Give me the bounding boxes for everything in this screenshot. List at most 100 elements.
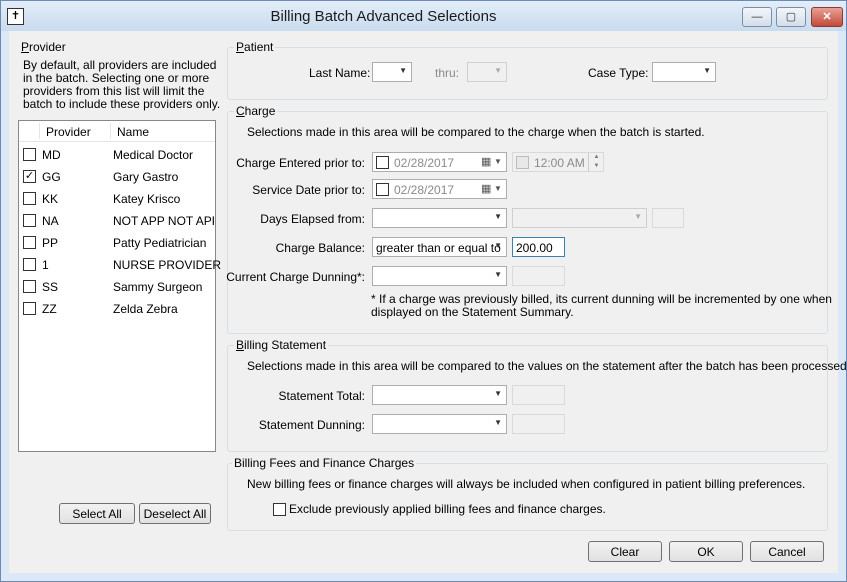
billing-fees-group: Billing Fees and Finance Charges xyxy=(227,456,828,531)
cancel-button[interactable]: Cancel xyxy=(750,541,824,562)
spin-down-icon[interactable]: ▼ xyxy=(589,162,604,171)
clear-button[interactable]: Clear xyxy=(588,541,662,562)
charge-balance-operator-dropdown[interactable]: greater than or equal to ▼ xyxy=(372,237,507,257)
provider-name: NOT APP NOT APPL xyxy=(113,214,214,228)
current-dunning-label: Current Charge Dunning*: xyxy=(226,270,365,284)
statement-dunning-input[interactable] xyxy=(512,414,565,434)
provider-checkbox[interactable] xyxy=(23,280,36,293)
provider-list[interactable]: Provider Name MD Medical Doctor ✓ GG Gar… xyxy=(18,120,221,452)
case-type-label: Case Type: xyxy=(588,66,649,80)
provider-checkbox[interactable] xyxy=(23,236,36,249)
charge-balance-value: 200.00 xyxy=(516,241,553,255)
charge-entered-date-picker[interactable]: 02/28/2017 ▦ ▼ xyxy=(372,152,507,172)
charge-entered-time: 12:00 AM xyxy=(534,156,585,170)
current-dunning-input[interactable] xyxy=(512,266,565,286)
exclude-fees-checkbox[interactable] xyxy=(273,503,286,516)
charge-entered-label: Charge Entered prior to: xyxy=(236,156,365,170)
charge-balance-input[interactable]: 200.00 xyxy=(512,237,565,257)
ok-button[interactable]: OK xyxy=(669,541,743,562)
provider-description-line: batch to include these providers only. xyxy=(23,97,221,111)
provider-code: PP xyxy=(42,236,59,250)
thru-dropdown[interactable]: ▼ xyxy=(467,62,507,82)
provider-code: 1 xyxy=(42,258,49,272)
thru-label: thru: xyxy=(435,66,460,80)
statement-dunning-dropdown[interactable]: ▼ xyxy=(372,414,507,434)
service-date-picker[interactable]: 02/28/2017 ▦ ▼ xyxy=(372,179,507,199)
provider-checkbox[interactable] xyxy=(23,148,36,161)
chevron-down-icon: ▼ xyxy=(494,270,502,279)
provider-row[interactable]: SS Sammy Surgeon xyxy=(19,275,215,297)
provider-row[interactable]: NA NOT APP NOT APPL xyxy=(19,209,215,231)
charge-entered-time-picker[interactable]: 12:00 AM ▲ ▼ xyxy=(512,152,604,172)
charge-entered-time-checkbox[interactable] xyxy=(516,156,529,169)
provider-name: Zelda Zebra xyxy=(113,302,178,316)
statement-total-dropdown[interactable]: ▼ xyxy=(372,385,507,405)
close-button[interactable]: ✕ xyxy=(811,7,843,27)
column-header-provider[interactable]: Provider xyxy=(46,125,91,139)
calendar-icon[interactable]: ▦ xyxy=(481,182,491,195)
charge-balance-operator: greater than or equal to xyxy=(376,241,501,255)
chevron-down-icon[interactable]: ▼ xyxy=(494,157,502,166)
dialog-client: Provider By default, all providers are i… xyxy=(9,31,847,573)
title-bar[interactable]: ✝ Billing Batch Advanced Selections — ▢ … xyxy=(1,1,846,31)
provider-name: Medical Doctor xyxy=(113,148,194,162)
last-name-label: Last Name: xyxy=(309,66,371,80)
last-name-dropdown[interactable]: ▼ xyxy=(372,62,412,82)
provider-checkbox[interactable] xyxy=(23,302,36,315)
charge-entered-checkbox[interactable] xyxy=(376,156,389,169)
dunning-footnote-line: displayed on the Statement Summary. xyxy=(371,305,574,319)
column-header-name[interactable]: Name xyxy=(117,125,149,139)
statement-dunning-label: Statement Dunning: xyxy=(258,418,365,432)
provider-row[interactable]: ZZ Zelda Zebra xyxy=(19,297,215,319)
statement-total-label: Statement Total: xyxy=(278,389,366,403)
service-date-checkbox[interactable] xyxy=(376,183,389,196)
select-all-button[interactable]: Select All xyxy=(59,503,135,524)
provider-checkbox[interactable] xyxy=(23,214,36,227)
chevron-down-icon: ▼ xyxy=(494,389,502,398)
billing-statement-group-label: Billing Statement xyxy=(234,338,329,352)
minimize-button[interactable]: — xyxy=(742,7,772,27)
provider-name: Katey Krisco xyxy=(113,192,181,206)
maximize-button[interactable]: ▢ xyxy=(776,7,806,27)
exclude-fees-label[interactable]: Exclude previously applied billing fees … xyxy=(289,502,606,516)
provider-description: By default, all providers are included i… xyxy=(23,59,220,111)
days-elapsed-dropdown[interactable]: ▼ xyxy=(372,208,507,228)
billing-fees-description: New billing fees or finance charges will… xyxy=(247,477,806,491)
billing-fees-group-label: Billing Fees and Finance Charges xyxy=(232,456,417,470)
chevron-down-icon[interactable]: ▼ xyxy=(494,184,502,193)
deselect-all-button[interactable]: Deselect All xyxy=(139,503,211,524)
provider-list-header: Provider Name xyxy=(19,121,215,142)
calendar-icon[interactable]: ▦ xyxy=(481,155,491,168)
provider-row[interactable]: ✓ GG Gary Gastro xyxy=(19,165,215,187)
chevron-down-icon: ▼ xyxy=(703,66,711,75)
provider-row[interactable]: KK Katey Krisco xyxy=(19,187,215,209)
days-elapsed-operator-dropdown[interactable]: ▼ xyxy=(512,208,647,228)
provider-checkbox[interactable] xyxy=(23,192,36,205)
chevron-down-icon: ▼ xyxy=(494,212,502,221)
charge-description: Selections made in this area will be com… xyxy=(247,125,705,139)
service-date-label: Service Date prior to: xyxy=(252,183,365,197)
provider-group-label: Provider xyxy=(19,40,68,54)
service-date-value: 02/28/2017 xyxy=(394,183,455,197)
current-dunning-dropdown[interactable]: ▼ xyxy=(372,266,507,286)
spin-up-icon[interactable]: ▲ xyxy=(589,153,604,162)
time-spinner[interactable]: ▲ ▼ xyxy=(588,153,604,171)
provider-code: GG xyxy=(42,170,61,184)
provider-code: KK xyxy=(42,192,59,206)
billing-statement-description: Selections made in this area will be com… xyxy=(247,359,847,373)
provider-row[interactable]: MD Medical Doctor xyxy=(19,143,215,165)
dunning-footnote: * If a charge was previously billed, its… xyxy=(371,293,832,319)
provider-checkbox[interactable] xyxy=(23,258,36,271)
provider-name: Gary Gastro xyxy=(113,170,179,184)
case-type-dropdown[interactable]: ▼ xyxy=(652,62,716,82)
provider-checkbox[interactable]: ✓ xyxy=(23,170,36,183)
days-elapsed-label: Days Elapsed from: xyxy=(260,212,365,226)
days-elapsed-input[interactable] xyxy=(652,208,684,228)
provider-row[interactable]: 1 NURSE PROVIDER xyxy=(19,253,221,275)
charge-group-label: Charge xyxy=(234,104,278,118)
provider-name: NURSE PROVIDER xyxy=(113,258,222,272)
provider-row[interactable]: PP Patty Pediatrician xyxy=(19,231,215,253)
provider-code: ZZ xyxy=(42,302,57,316)
window-title: Billing Batch Advanced Selections xyxy=(270,8,497,25)
statement-total-input[interactable] xyxy=(512,385,565,405)
